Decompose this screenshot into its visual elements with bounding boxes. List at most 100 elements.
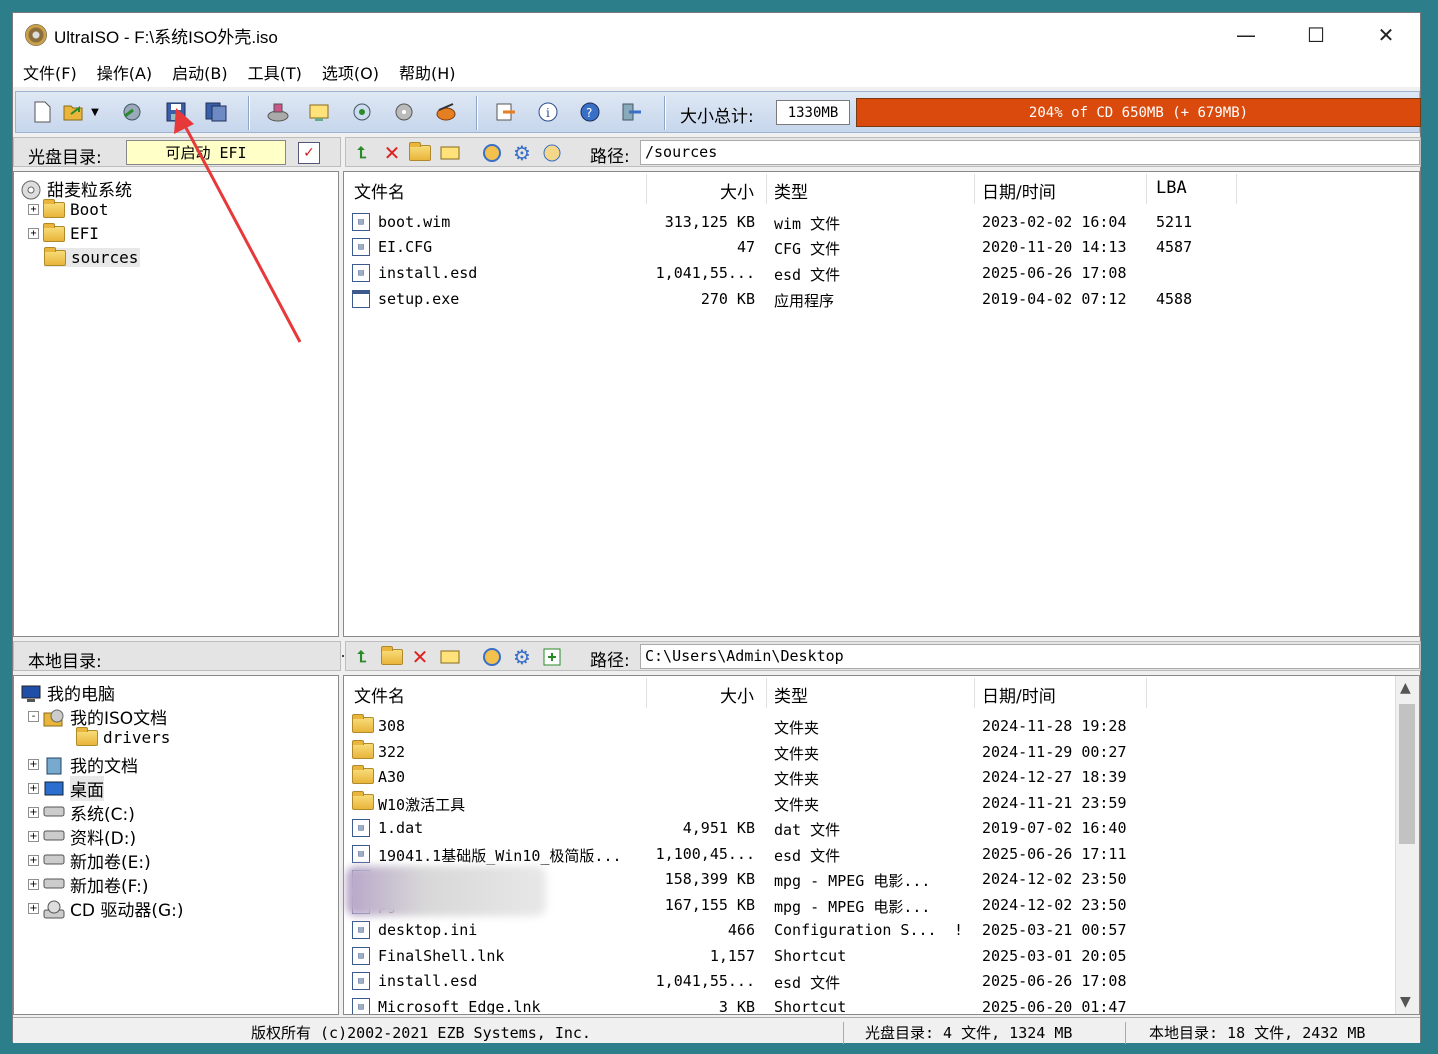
expand-toggle[interactable]: + (28, 831, 39, 842)
tree-node-desktop[interactable]: + 桌面 (28, 776, 104, 801)
col-header-date[interactable]: 日期/时间 (982, 178, 1056, 203)
close-button[interactable]: ✕ (1351, 13, 1421, 57)
tree-node-drive-e[interactable]: + 新加卷(E:) (28, 848, 151, 873)
tree-node-efi[interactable]: + EFI (28, 222, 99, 243)
open-icon[interactable] (62, 100, 86, 124)
new-icon[interactable] (30, 100, 54, 124)
refresh-icon[interactable] (480, 645, 504, 669)
file-icon: ▤ (352, 819, 370, 837)
expand-toggle[interactable]: + (28, 204, 39, 215)
table-row[interactable]: ▤ EI.CFG 47 CFG 文件 2020-11-20 14:13 4587 (344, 235, 1419, 260)
expand-toggle[interactable]: + (28, 759, 39, 770)
expand-toggle[interactable]: + (28, 228, 39, 239)
tree-node-iso-root[interactable]: 甜麦粒系统 (20, 176, 132, 201)
col-header-name[interactable]: 文件名 (354, 682, 405, 707)
exit-icon[interactable] (620, 100, 644, 124)
table-row[interactable]: ▤ install.esd 1,041,55... esd 文件 2025-06… (344, 261, 1419, 286)
col-header-size[interactable]: 大小 (720, 682, 754, 707)
delete-icon[interactable]: ✕ (408, 645, 432, 669)
table-row[interactable]: ▤ FinalShell.lnk 1,157 Shortcut 2025-03-01 2… (344, 944, 1419, 969)
iso-path-field[interactable]: /sources (640, 140, 1420, 165)
help-icon[interactable]: ? (578, 100, 602, 124)
table-row[interactable]: A30 文件夹 2024-12-27 18:39 (344, 765, 1419, 790)
up-folder-icon[interactable]: ⮤ (350, 645, 374, 669)
table-row[interactable]: 308 文件夹 2024-11-28 19:28 (344, 714, 1419, 739)
folder-icon (76, 726, 98, 746)
tree-node-my-documents[interactable]: + 我的文档 (28, 752, 138, 777)
table-row[interactable]: ▤ 19041.1基础版_Win10_极简版... 1,100,45... esd 文… (344, 842, 1419, 867)
mount-icon[interactable] (392, 100, 416, 124)
tree-node-drive-d[interactable]: + 资料(D:) (28, 824, 136, 849)
collapse-toggle[interactable]: - (28, 711, 39, 722)
expand-toggle[interactable]: + (28, 903, 39, 914)
menu-bootable[interactable]: 启动(B) (162, 60, 237, 84)
table-row[interactable]: 322 文件夹 2024-11-29 00:27 (344, 739, 1419, 765)
extract-icon[interactable] (120, 100, 144, 124)
table-row[interactable]: W10激活工具 文件夹 2024-11-21 23:59 (344, 790, 1419, 816)
title-bar[interactable]: UltraISO - F:\系统ISO外壳.iso — ☐ ✕ (13, 13, 1420, 57)
compress-icon[interactable] (308, 100, 332, 124)
col-header-lba[interactable]: LBA (1156, 178, 1187, 198)
table-row[interactable]: ▤ install.esd 1,041,55... esd 文件 2025-06-26 … (344, 969, 1419, 994)
col-header-type[interactable]: 类型 (774, 178, 808, 203)
tree-node-boot[interactable]: + Boot (28, 198, 109, 219)
iso-summary: 光盘目录: 4 文件, 1324 MB (865, 1024, 1073, 1042)
burn-icon[interactable] (350, 100, 374, 124)
tree-node-my-iso-docs[interactable]: - 我的ISO文档 (28, 704, 167, 729)
vertical-scrollbar[interactable]: ▲ ▼ (1395, 676, 1419, 1014)
menu-file[interactable]: 文件(F) (13, 60, 87, 84)
table-row[interactable]: ▤ 1.dat 4,951 KB dat 文件 2019-07-02 16:40 (344, 816, 1419, 841)
minimize-button[interactable]: — (1211, 13, 1281, 57)
export-icon[interactable] (494, 100, 518, 124)
toolbar-separator (664, 96, 666, 130)
make-cd-image-icon[interactable] (266, 100, 290, 124)
menu-tools[interactable]: 工具(T) (238, 60, 312, 84)
menu-options[interactable]: 选项(O) (312, 60, 389, 84)
iso-tree-panel: 甜麦粒系统 + Boot + EFI sources (13, 171, 339, 637)
rename-icon[interactable] (438, 141, 462, 165)
col-header-size[interactable]: 大小 (720, 178, 754, 203)
new-folder-icon[interactable] (380, 645, 404, 669)
boot-type-field[interactable]: 可启动 EFI (126, 140, 286, 165)
tree-node-my-computer[interactable]: 我的电脑 (20, 680, 115, 705)
table-row[interactable]: ▤ boot.wim 313,125 KB wim 文件 2023-02-02 … (344, 210, 1419, 235)
tree-node-drivers[interactable]: drivers (76, 726, 170, 747)
expand-toggle[interactable]: + (28, 879, 39, 890)
properties-icon[interactable] (540, 141, 564, 165)
local-path-field[interactable]: C:\Users\Admin\Desktop (640, 644, 1420, 669)
table-row[interactable]: ▤ Microsoft Edge.lnk 3 KB Shortcut 2025-06-2… (344, 995, 1419, 1014)
scroll-up-arrow-icon[interactable]: ▲ (1400, 680, 1411, 696)
tree-node-drive-f[interactable]: + 新加卷(F:) (28, 872, 148, 897)
expand-toggle[interactable]: + (28, 855, 39, 866)
save-icon[interactable] (164, 100, 188, 124)
tree-node-drive-c[interactable]: + 系统(C:) (28, 800, 135, 825)
settings-gear-icon[interactable]: ⚙ (510, 141, 534, 165)
expand-toggle[interactable]: + (28, 807, 39, 818)
col-header-date[interactable]: 日期/时间 (982, 682, 1056, 707)
tree-node-cd-drive-g[interactable]: + CD 驱动器(G:) (28, 896, 184, 921)
settings-gear-icon[interactable]: ⚙ (510, 645, 534, 669)
scroll-down-arrow-icon[interactable]: ▼ (1400, 994, 1411, 1010)
new-folder-icon[interactable] (408, 141, 432, 165)
table-row[interactable]: setup.exe 270 KB 应用程序 2019-04-02 07:12 4… (344, 287, 1419, 312)
check-icon[interactable]: ✓ (298, 142, 320, 164)
open-dropdown-icon[interactable]: ▼ (88, 100, 102, 124)
table-row[interactable]: ▤ desktop.ini 466 Configuration S...! 2025-0… (344, 918, 1419, 943)
save-as-icon[interactable] (204, 100, 228, 124)
tree-node-sources[interactable]: sources (44, 246, 141, 267)
info-icon[interactable]: i (536, 100, 560, 124)
add-to-iso-icon[interactable] (540, 645, 564, 669)
scrollbar-thumb[interactable] (1399, 704, 1415, 844)
virtual-drive-icon[interactable] (434, 100, 458, 124)
col-header-type[interactable]: 类型 (774, 682, 808, 707)
up-folder-icon[interactable]: ⮤ (350, 141, 374, 165)
refresh-icon[interactable] (480, 141, 504, 165)
delete-icon[interactable]: ✕ (380, 141, 404, 165)
maximize-button[interactable]: ☐ (1281, 13, 1351, 57)
file-type: 文件夹 (774, 770, 820, 788)
menu-help[interactable]: 帮助(H) (389, 60, 466, 84)
menu-actions[interactable]: 操作(A) (87, 60, 162, 84)
rename-icon[interactable] (438, 645, 462, 669)
expand-toggle[interactable]: + (28, 783, 39, 794)
col-header-name[interactable]: 文件名 (354, 178, 405, 203)
